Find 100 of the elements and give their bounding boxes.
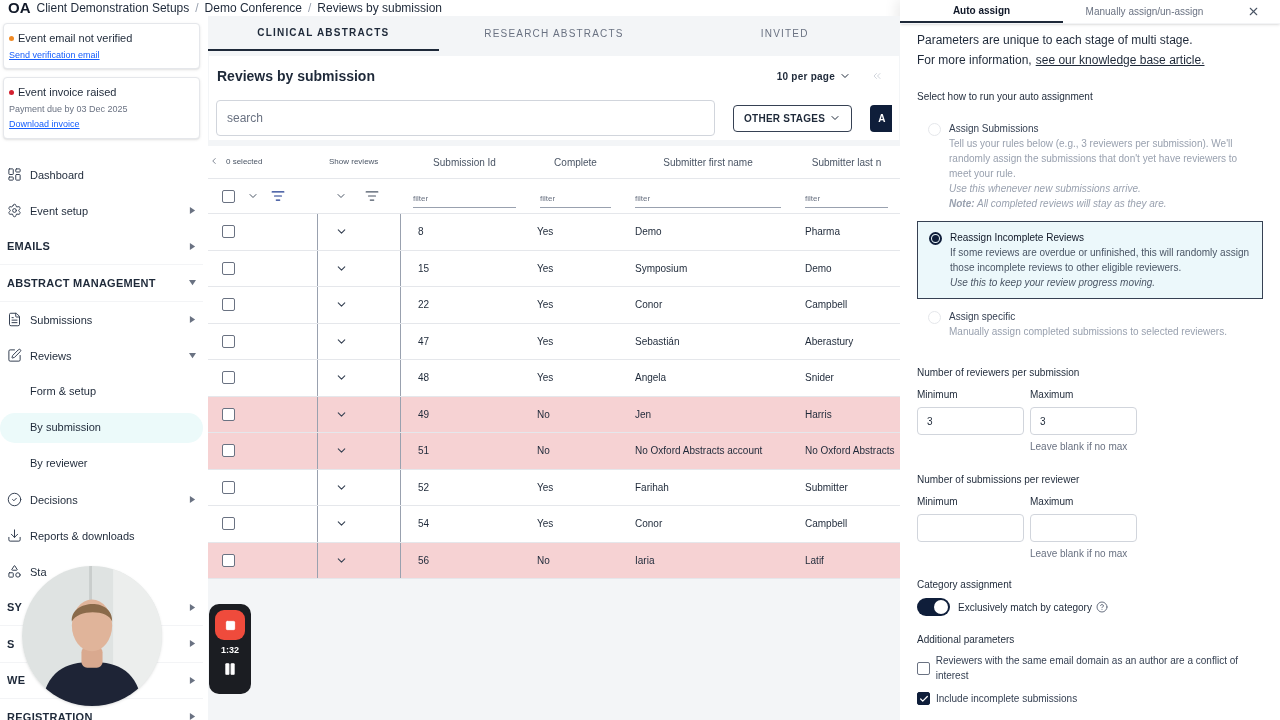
nav-item[interactable]: Event setup: [30, 204, 89, 217]
pause-icon[interactable]: [223, 661, 237, 676]
column-header[interactable]: Submitter last n: [793, 154, 900, 170]
table-row[interactable]: 54 Yes Conor Campbell: [208, 506, 900, 543]
select-all-checkbox[interactable]: [222, 189, 235, 203]
table-cell-text: Iaria: [634, 553, 656, 568]
notice-link[interactable]: Download invoice: [9, 118, 80, 132]
assign-button[interactable]: A: [870, 104, 892, 132]
nav-section[interactable]: ABSTRACT MANAGEMENT: [7, 276, 156, 289]
nav-icon[interactable]: [7, 203, 22, 218]
table-cell-text: Demo: [804, 261, 833, 276]
nav-icon[interactable]: [7, 167, 22, 182]
table-row[interactable]: 56 No Iaria Latif: [208, 542, 900, 579]
nav-item[interactable]: Decisions: [30, 493, 78, 506]
field-label: Maximum: [1030, 388, 1075, 402]
breadcrumb-link[interactable]: Reviews by submission: [317, 0, 443, 16]
radio-button[interactable]: [929, 232, 942, 245]
stop-button[interactable]: [215, 610, 245, 640]
nav-item[interactable]: Submissions: [30, 313, 93, 326]
tab[interactable]: RESEARCH ABSTRACTS: [438, 16, 670, 51]
row-checkbox[interactable]: [222, 334, 235, 348]
nav-icon[interactable]: [7, 564, 22, 579]
filter-field[interactable]: filter: [635, 193, 781, 208]
table-row[interactable]: 8 Yes Demo Pharma: [208, 214, 900, 251]
breadcrumb-link[interactable]: Demo Conference: [204, 0, 302, 16]
nav-item[interactable]: Reports & downloads: [30, 529, 135, 542]
notice-link[interactable]: Send verification email: [9, 48, 100, 62]
nav-item[interactable]: Sta: [30, 565, 47, 578]
checkbox[interactable]: [917, 661, 930, 675]
per-page-dropdown[interactable]: 10 per page: [776, 68, 851, 84]
logo[interactable]: OA: [8, 0, 31, 16]
search-field[interactable]: search: [216, 100, 716, 136]
filter-icon[interactable]: [271, 189, 285, 203]
table-cell-text: 51: [417, 444, 431, 459]
tab[interactable]: Manually assign/un-assign: [1063, 0, 1226, 23]
table-row[interactable]: 49 No Jen Harris: [208, 396, 900, 433]
nav-section[interactable]: WE: [7, 674, 26, 687]
field-label: Maximum: [1030, 495, 1075, 509]
row-checkbox[interactable]: [222, 444, 235, 458]
breadcrumb-separator: /: [308, 0, 312, 16]
table-cell-text: 56: [417, 553, 431, 568]
nav-subitem[interactable]: Form & setup: [0, 376, 203, 407]
filter-field[interactable]: filter: [413, 193, 516, 208]
notice-detail: Payment due by 03 Dec 2025: [9, 102, 129, 116]
help-icon[interactable]: [1095, 601, 1108, 613]
table-row[interactable]: 22 Yes Conor Campbell: [208, 287, 900, 324]
table-cell-text: Symposium: [634, 261, 689, 276]
number-field[interactable]: [917, 514, 1024, 542]
table-cell-text: Yes: [536, 225, 555, 240]
assignment-option[interactable]: Reassign Incomplete Reviews If some reviews are overdue or unfinished, this will randomly assign those incomplete reviews to other eligible reviewers. Use this to keep your review progress moving.: [917, 221, 1263, 299]
breadcrumb-link[interactable]: Client Demonstration Setups: [36, 0, 190, 16]
option-description: If some reviews are overdue or unfinished, this will randomly assign those incomplete reviews to other eligible reviewers.: [950, 246, 1251, 275]
table-row[interactable]: 52 Yes Farihah Submitter: [208, 469, 900, 506]
close-icon[interactable]: [1247, 5, 1260, 18]
row-checkbox[interactable]: [222, 371, 235, 385]
row-checkbox[interactable]: [222, 480, 235, 494]
nav-section[interactable]: S: [7, 637, 15, 650]
nav-icon[interactable]: [7, 492, 22, 507]
column-header[interactable]: Submitter first name: [623, 154, 793, 170]
nav-icon[interactable]: [7, 528, 22, 543]
checkbox[interactable]: [917, 692, 930, 705]
table-row[interactable]: 48 Yes Angela Snider: [208, 360, 900, 397]
nav-subitem[interactable]: By reviewer: [0, 448, 203, 479]
column-header[interactable]: Complete: [528, 154, 623, 170]
nav-section[interactable]: SY: [7, 601, 23, 614]
knowledge-base-link[interactable]: see our knowledge base article.: [1035, 51, 1205, 69]
row-checkbox[interactable]: [222, 298, 235, 312]
filter-field[interactable]: filter: [805, 193, 888, 208]
nav-item[interactable]: Reviews: [30, 349, 72, 362]
column-header[interactable]: Submission Id: [401, 154, 528, 170]
nav-section[interactable]: REGISTRATION: [7, 710, 93, 720]
row-checkbox[interactable]: [222, 261, 235, 275]
row-checkbox[interactable]: [222, 517, 235, 531]
recording-time: 1:32: [221, 644, 239, 657]
filter-field[interactable]: filter: [540, 193, 611, 208]
table-cell-text: 47: [417, 334, 431, 349]
row-checkbox[interactable]: [222, 407, 235, 421]
filter-icon[interactable]: [365, 189, 379, 203]
assignment-option[interactable]: Assign specific Manually assign completed submissions to selected reviewers.: [917, 301, 1263, 347]
table-cell-text: Yes: [536, 371, 555, 386]
other-stages-button[interactable]: OTHER STAGES: [733, 104, 853, 132]
table-row[interactable]: 15 Yes Symposium Demo: [208, 250, 900, 287]
number-field[interactable]: 3: [917, 407, 1024, 435]
nav-item[interactable]: Dashboard: [30, 168, 84, 181]
row-checkbox[interactable]: [222, 553, 235, 567]
nav-subitem[interactable]: By submission: [0, 412, 203, 443]
nav-icon[interactable]: [7, 312, 22, 327]
nav-section[interactable]: EMAILS: [7, 240, 51, 253]
option-title: Assign specific: [949, 310, 1017, 324]
tab[interactable]: INVITED: [669, 16, 900, 51]
tab[interactable]: CLINICAL ABSTRACTS: [208, 16, 439, 51]
row-checkbox[interactable]: [222, 225, 235, 239]
number-field[interactable]: 3: [1030, 407, 1137, 435]
toggle-switch[interactable]: [917, 598, 950, 616]
group-label: Category assignment: [917, 578, 1013, 592]
tab[interactable]: Auto assign: [900, 0, 1063, 23]
number-field[interactable]: [1030, 514, 1137, 542]
table-row[interactable]: 51 No No Oxford Abstracts account No Oxford Abstracts: [208, 433, 900, 470]
nav-icon[interactable]: [7, 348, 22, 363]
table-row[interactable]: 47 Yes Sebastián Aberastury: [208, 323, 900, 360]
